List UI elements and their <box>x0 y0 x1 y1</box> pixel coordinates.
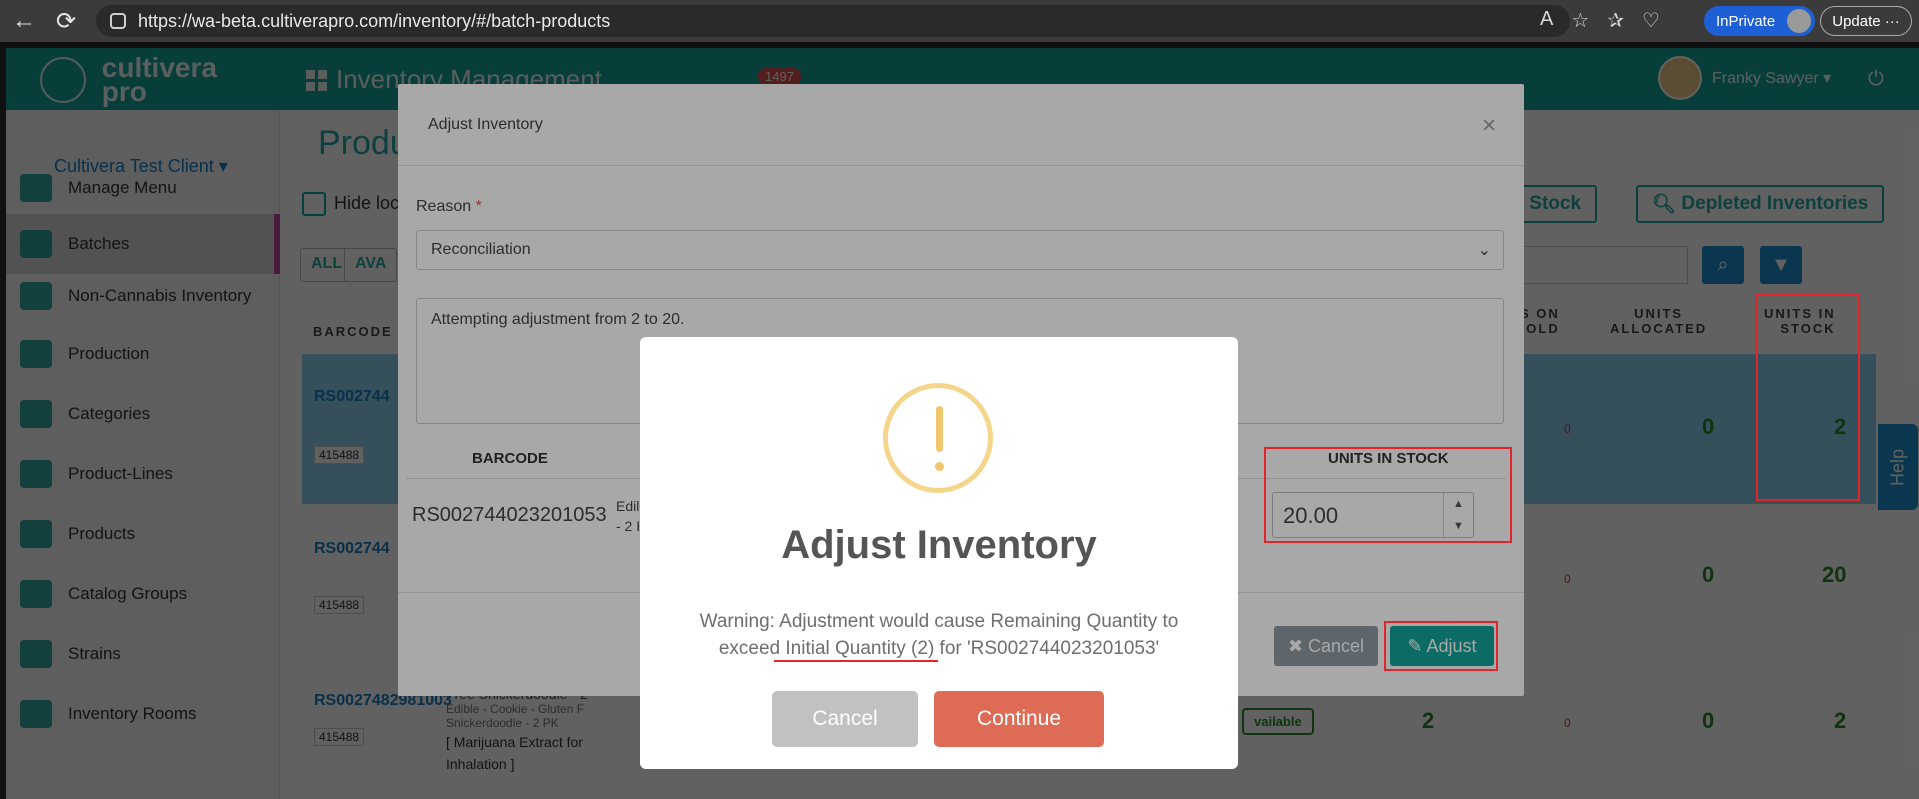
annotation-underline <box>774 660 938 662</box>
dialog-cancel-button[interactable]: Cancel <box>772 691 918 747</box>
profile-avatar <box>1787 9 1812 33</box>
browser-toolbar: ← ⟳ https://wa-beta.cultiverapro.com/inv… <box>0 0 1919 42</box>
favorites-icon[interactable]: ✰ <box>1607 8 1624 33</box>
browser-icons: A ☆ ✰ ♡ <box>1540 8 1660 33</box>
favorite-star-icon[interactable]: ☆ <box>1571 8 1589 33</box>
warning-icon <box>883 383 993 493</box>
annotation-units-in-stock-column <box>1756 293 1860 501</box>
refresh-icon[interactable]: ⟳ <box>48 3 84 39</box>
read-aloud-icon[interactable]: A <box>1540 8 1553 33</box>
confirm-dialog: Adjust Inventory Warning: Adjustment wou… <box>640 337 1238 769</box>
inprivate-badge[interactable]: InPrivate <box>1704 6 1816 36</box>
back-icon[interactable]: ← <box>6 3 42 39</box>
health-icon[interactable]: ♡ <box>1642 8 1660 33</box>
address-bar[interactable]: https://wa-beta.cultiverapro.com/invento… <box>96 5 1570 37</box>
annotation-adjust-button <box>1384 621 1498 671</box>
continue-button[interactable]: Continue <box>934 691 1104 747</box>
update-button[interactable]: Update ··· <box>1820 6 1912 36</box>
url-text: https://wa-beta.cultiverapro.com/invento… <box>138 10 611 31</box>
site-info-icon[interactable] <box>110 13 126 29</box>
annotation-units-input <box>1264 447 1512 543</box>
dialog-message: Warning: Adjustment would cause Remainin… <box>699 611 1179 659</box>
dialog-title: Adjust Inventory <box>781 523 1097 567</box>
